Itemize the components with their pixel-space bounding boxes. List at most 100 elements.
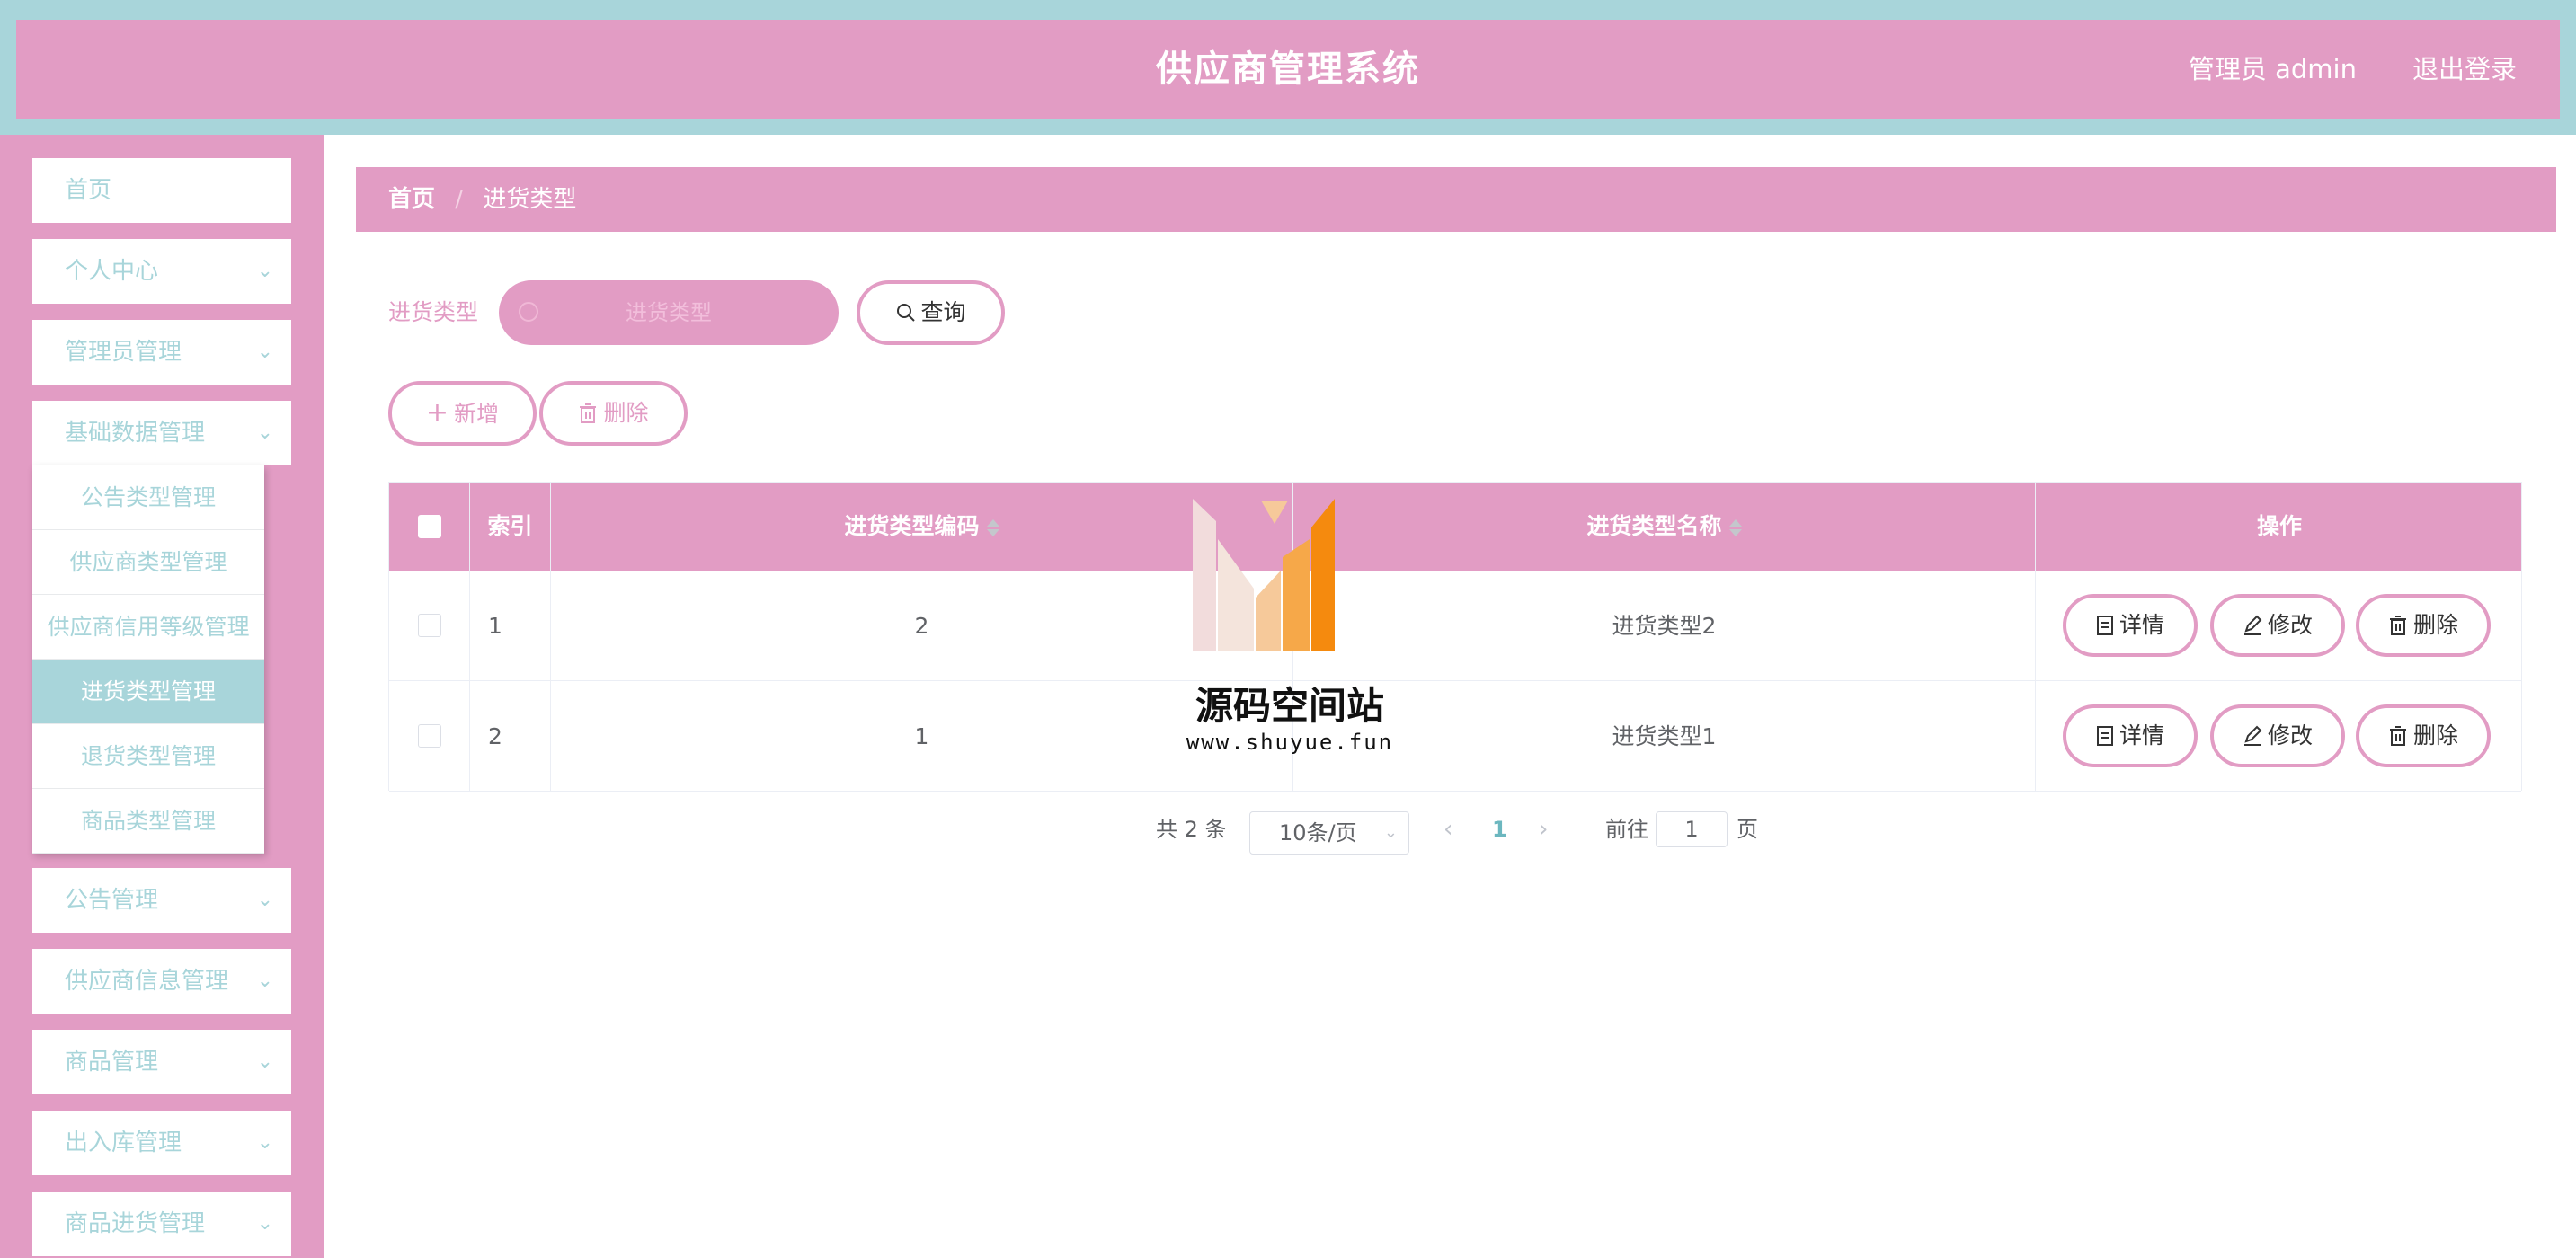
watermark-logo [1193,499,1335,651]
submenu-basic-data: 公告类型管理 供应商类型管理 供应商信用等级管理 进货类型管理 退货类型管理 商… [32,465,264,854]
breadcrumb-home[interactable]: 首页 [388,186,435,213]
column-header-name-label: 进货类型名称 [1586,513,1722,539]
prev-page-button[interactable]: ‹ [1443,807,1452,852]
batch-delete-button-label: 删除 [603,400,649,426]
watermark-url: www.shuyue.fun [1186,730,1394,755]
sidebar-item-label: 首页 [65,177,112,204]
logout-link[interactable]: 退出登录 [2412,20,2517,119]
trash-icon [2389,616,2406,635]
cell-actions: 详情 修改 删除 [2036,571,2523,681]
submenu-item-return-type[interactable]: 退货类型管理 [32,724,264,789]
sidebar-item-label: 出入库管理 [65,1130,182,1156]
delete-button-label: 删除 [2412,612,2458,638]
goto-label: 前往 [1605,817,1648,842]
document-icon [2096,616,2113,635]
table-row: 1 2 进货类型2 详情 修改 删除 [389,571,2521,681]
sidebar-item-stock-inout[interactable]: 出入库管理 ⌄ [32,1111,291,1175]
detail-button-label: 详情 [2119,612,2164,638]
sidebar-item-personal-center[interactable]: 个人中心 ⌄ [32,239,291,304]
column-header-code-label: 进货类型编码 [844,513,980,539]
cell-name: 进货类型2 [1293,571,2036,681]
sidebar-item-basic-data[interactable]: 基础数据管理 ⌄ [32,401,291,465]
sidebar-item-label: 管理员管理 [65,339,182,366]
delete-button[interactable]: 删除 [2356,704,2491,767]
page-number[interactable]: 1 [1492,807,1507,852]
batch-delete-button[interactable]: 删除 [539,381,688,446]
pagination-total: 共 2 条 [1156,817,1227,842]
search-input[interactable]: 进货类型 [499,280,839,345]
page-size-value: 10条/页 [1279,820,1357,846]
cell-actions: 详情 修改 删除 [2036,681,2523,792]
edit-button[interactable]: 修改 [2210,704,2345,767]
edit-icon [2243,725,2262,746]
next-page-button[interactable]: › [1539,807,1548,852]
row-checkbox[interactable] [418,614,441,637]
document-icon [2096,726,2113,746]
submenu-item-supplier-type[interactable]: 供应商类型管理 [32,530,264,595]
chevron-down-icon: ⌄ [256,970,273,992]
app-title: 供应商管理系统 [1156,49,1420,90]
sort-icon[interactable] [986,518,999,536]
detail-button[interactable]: 详情 [2063,704,2198,767]
chevron-down-icon: ⌄ [256,1131,273,1154]
page-size-select[interactable]: 10条/页 ⌄ [1249,811,1409,855]
select-all-cell [389,483,470,571]
delete-button[interactable]: 删除 [2356,594,2491,657]
add-button-label: 新增 [454,401,500,427]
query-button-label: 查询 [920,299,966,325]
chevron-down-icon: ⌄ [256,341,273,363]
row-checkbox[interactable] [418,724,441,748]
breadcrumb: 首页 / 进货类型 [356,167,2556,232]
row-select-cell [389,571,470,681]
sidebar-item-admin-management[interactable]: 管理员管理 ⌄ [32,320,291,385]
sidebar-item-notice-management[interactable]: 公告管理 ⌄ [32,868,291,933]
search-label: 进货类型 [388,299,479,325]
goto-page-input[interactable]: 1 [1656,811,1728,847]
detail-button[interactable]: 详情 [2063,594,2198,657]
data-table: 索引 进货类型编码 进货类型名称 操作 1 2 进货类型2 详情 修改 删除 2… [388,482,2522,792]
top-bar: 供应商管理系统 管理员 admin 退出登录 [0,0,2576,135]
chevron-down-icon: ⌄ [256,1212,273,1235]
column-header-code[interactable]: 进货类型编码 [551,483,1293,571]
cell-index: 2 [470,681,551,792]
sidebar-item-goods-purchase[interactable]: 商品进货管理 ⌄ [32,1192,291,1256]
sidebar-item-label: 公告管理 [65,887,159,914]
sidebar-item-label: 个人中心 [65,258,159,285]
edit-button-label: 修改 [2267,612,2313,638]
row-select-cell [389,681,470,792]
select-all-checkbox[interactable] [418,515,441,538]
chevron-down-icon: ⌄ [256,421,273,444]
submenu-item-purchase-type[interactable]: 进货类型管理 [32,660,264,724]
chevron-down-icon: ⌄ [1383,823,1398,842]
column-header-index: 索引 [470,483,551,571]
query-button[interactable]: 查询 [857,280,1005,345]
watermark-title: 源码空间站 [1195,684,1384,728]
submenu-item-notice-type[interactable]: 公告类型管理 [32,465,264,530]
sidebar-item-home[interactable]: 首页 [32,158,291,223]
column-header-name[interactable]: 进货类型名称 [1293,483,2036,571]
cell-code: 2 [551,571,1293,681]
trash-icon [2389,726,2406,746]
add-button[interactable]: + 新增 [388,381,537,446]
current-user: 管理员 admin [2188,54,2357,84]
sidebar-item-label: 商品进货管理 [65,1210,206,1237]
edit-button[interactable]: 修改 [2210,594,2345,657]
edit-icon [2243,615,2262,635]
search-icon [897,304,916,322]
sidebar-item-supplier-info[interactable]: 供应商信息管理 ⌄ [32,949,291,1014]
header: 供应商管理系统 管理员 admin 退出登录 [16,20,2560,119]
submenu-item-goods-type[interactable]: 商品类型管理 [32,789,264,854]
breadcrumb-current: 进货类型 [483,186,577,213]
table-row: 2 1 进货类型1 详情 修改 删除 [389,681,2521,792]
sort-icon[interactable] [1728,518,1742,536]
sidebar-item-label: 商品管理 [65,1049,159,1076]
plus-icon: + [425,397,449,429]
chevron-down-icon: ⌄ [256,889,273,911]
sidebar-item-label: 供应商信息管理 [65,968,229,995]
table-header: 索引 进货类型编码 进货类型名称 操作 [389,483,2521,571]
detail-button-label: 详情 [2119,722,2164,749]
delete-button-label: 删除 [2412,722,2458,749]
cell-index: 1 [470,571,551,681]
submenu-item-supplier-credit[interactable]: 供应商信用等级管理 [32,595,264,660]
sidebar-item-goods-management[interactable]: 商品管理 ⌄ [32,1030,291,1094]
